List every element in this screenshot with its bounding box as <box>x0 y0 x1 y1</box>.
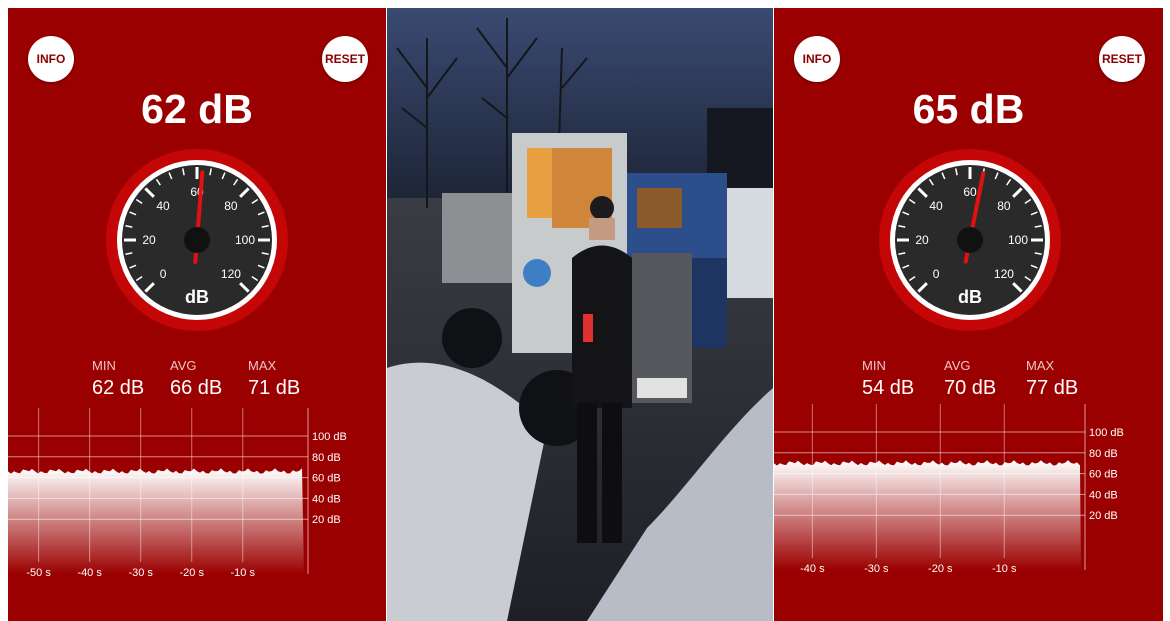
info-button[interactable]: INFO <box>28 36 74 82</box>
gauge-unit-label: dB <box>958 287 982 307</box>
gauge-tick-label: 0 <box>933 267 940 281</box>
gauge-tick-label: 120 <box>994 267 1014 281</box>
min-value: 62 dB <box>92 377 145 399</box>
history-y-label: 20 dB <box>1089 510 1118 522</box>
avg-value: 70 dB <box>944 377 997 399</box>
gauge-tick-label: 120 <box>221 267 241 281</box>
history-y-label: 60 dB <box>1089 469 1118 481</box>
gauge-tick-label: 40 <box>156 199 170 213</box>
history-y-label: 60 dB <box>312 473 341 485</box>
gauge-tick-label: 20 <box>142 233 156 247</box>
history-x-label: -20 s <box>179 567 204 578</box>
db-gauge: 020406080100120dB <box>106 149 288 331</box>
current-db-reading: 62 dB <box>141 86 253 132</box>
gauge-unit-label: dB <box>185 287 209 307</box>
history-x-label: -30 s <box>128 567 153 578</box>
history-y-label: 80 dB <box>312 452 341 464</box>
history-x-label: -10 s <box>992 563 1017 574</box>
min-stat: MIN 54 dB <box>862 358 914 400</box>
history-area <box>8 468 304 574</box>
history-y-label: 100 dB <box>1089 427 1124 439</box>
db-gauge: 0 20 40 60 80 100 120 dB <box>879 149 1061 331</box>
left-meter-panel: INFO RESET 62 dB 0 20 40 60 80 100 120 dB MIN 6… <box>8 8 386 621</box>
min-value: 54 dB <box>862 377 915 399</box>
max-stat: MAX 71 dB <box>248 358 300 400</box>
gauge-tick-label: 40 <box>929 199 943 213</box>
right-meter-panel: INFO RESET 65 dB 0 20 40 60 80 100 120 dB MIN 5… <box>774 8 1163 621</box>
gauge-tick-label: 100 <box>1008 233 1028 247</box>
info-button[interactable]: INFO <box>794 36 840 82</box>
history-x-label: -40 s <box>800 563 825 574</box>
avg-label: AVG <box>170 358 197 373</box>
history-y-label: 40 dB <box>1089 489 1118 501</box>
history-y-label: 80 dB <box>1089 448 1118 460</box>
field-photo <box>387 8 773 621</box>
max-value: 77 dB <box>1026 377 1079 399</box>
gauge-tick-label: 80 <box>997 199 1011 213</box>
history-x-label: -50 s <box>26 567 51 578</box>
db-history-chart: 100 dB 80 dB 60 dB 40 dB 20 dB -40 s -30 s -20 … <box>774 404 1124 574</box>
gauge-hub <box>184 227 210 253</box>
max-stat: MAX 77 dB <box>1026 358 1078 400</box>
db-history-chart: 100 dB 80 dB 60 dB 40 dB 20 dB -50 s -40 s -30 … <box>8 408 347 578</box>
current-db-reading: 65 dB <box>912 86 1025 132</box>
gauge-tick-label: 20 <box>915 233 929 247</box>
avg-label: AVG <box>944 358 971 373</box>
history-x-label: -10 s <box>231 567 256 578</box>
avg-stat: AVG 66 dB <box>170 358 222 400</box>
history-x-label: -20 s <box>928 563 953 574</box>
gauge-tick-label: 100 <box>235 233 255 247</box>
gauge-tick-label: 80 <box>224 199 238 213</box>
gauge-tick-label: 0 <box>160 267 167 281</box>
history-y-label: 40 dB <box>312 493 341 505</box>
history-y-label: 20 dB <box>312 514 341 526</box>
avg-stat: AVG 70 dB <box>944 358 996 400</box>
max-label: MAX <box>1026 358 1055 373</box>
history-y-label: 100 dB <box>312 431 347 443</box>
reset-button[interactable]: RESET <box>322 36 368 82</box>
min-label: MIN <box>862 358 886 373</box>
reset-button[interactable]: RESET <box>1099 36 1145 82</box>
photo-truck-scene <box>387 8 773 621</box>
min-stat: MIN 62 dB <box>92 358 144 400</box>
history-x-label: -40 s <box>77 567 102 578</box>
history-x-label: -30 s <box>864 563 889 574</box>
gauge-hub <box>957 227 983 253</box>
max-label: MAX <box>248 358 277 373</box>
avg-value: 66 dB <box>170 377 223 399</box>
gauge-tick-label: 60 <box>963 185 977 199</box>
max-value: 71 dB <box>248 377 301 399</box>
min-label: MIN <box>92 358 116 373</box>
